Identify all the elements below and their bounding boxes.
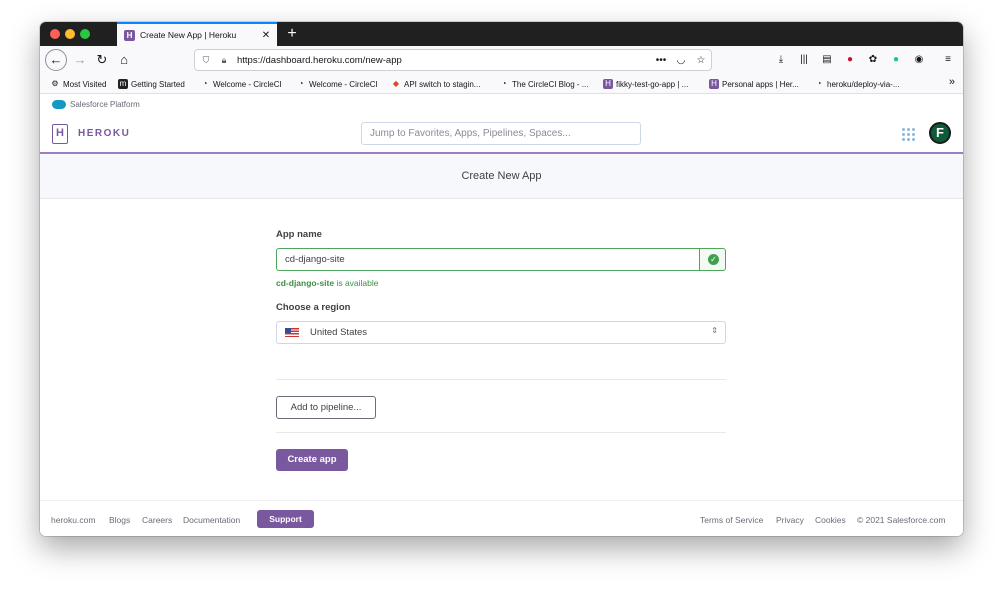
close-tab-icon[interactable]: ✕	[259, 30, 273, 41]
url-bar[interactable]: ⛉ 🔒︎ https://dashboard.heroku.com/new-ap…	[194, 49, 712, 71]
grammarly-icon[interactable]: ●	[888, 52, 904, 68]
bookmark-item[interactable]: ◔ heroku/deploy-via-...	[814, 77, 900, 91]
heroku-favicon-icon: H	[124, 29, 135, 41]
browser-window: H Create New App | Heroku ✕ + ← → ↻ ⌂ ⛉ …	[40, 22, 963, 536]
heroku-brand[interactable]: HEROKU	[78, 128, 130, 139]
divider	[276, 432, 726, 433]
download-icon[interactable]: ⤓	[773, 52, 789, 68]
circleci-icon: ◔	[202, 79, 208, 88]
salesforce-label[interactable]: Salesforce Platform	[70, 100, 140, 109]
minimize-window-button[interactable]	[65, 29, 75, 39]
shield-icon[interactable]: ⛉	[199, 55, 213, 66]
extension-red-icon[interactable]: ●	[842, 52, 858, 68]
navigation-bar: ← → ↻ ⌂ ⛉ 🔒︎ https://dashboard.heroku.co…	[40, 46, 963, 74]
bookmark-item[interactable]: ◔ Welcome - CircleCI	[200, 77, 282, 91]
salesforce-strip: Salesforce Platform	[40, 94, 963, 114]
app-name-label: App name	[276, 229, 322, 240]
pocket-icon[interactable]: ◡	[671, 55, 691, 66]
browser-tab-active[interactable]: H Create New App | Heroku ✕	[117, 22, 277, 46]
footer-link-documentation[interactable]: Documentation	[183, 515, 240, 525]
bookmark-item[interactable]: ◔ The CircleCI Blog - ...	[499, 77, 589, 91]
page-title: Create New App	[40, 154, 963, 199]
close-window-button[interactable]	[50, 29, 60, 39]
heroku-icon: H	[603, 79, 613, 89]
availability-message: cd-django-site is available	[276, 278, 379, 288]
library-icon[interactable]: |||	[796, 52, 812, 68]
sidebar-icon[interactable]: ▤	[819, 52, 835, 68]
tab-bar: H Create New App | Heroku ✕ +	[40, 22, 963, 46]
footer-link-terms[interactable]: Terms of Service	[700, 515, 763, 525]
footer-link-privacy[interactable]: Privacy	[776, 515, 804, 525]
support-button[interactable]: Support	[257, 510, 314, 528]
forward-arrow-icon[interactable]: →	[70, 50, 90, 70]
bookmark-item[interactable]: ⚙ Most Visited	[50, 77, 106, 91]
bookmark-item[interactable]: ◆ API switch to stagin...	[391, 77, 481, 91]
region-label: Choose a region	[276, 302, 351, 313]
menu-icon[interactable]: ≡	[940, 52, 956, 68]
divider	[276, 379, 726, 380]
url-text[interactable]: https://dashboard.heroku.com/new-app	[237, 55, 651, 66]
apps-grid-icon[interactable]	[902, 128, 915, 141]
account-icon[interactable]: ◉	[911, 52, 927, 68]
salesforce-cloud-icon	[52, 99, 66, 109]
lock-icon[interactable]: 🔒︎	[217, 55, 231, 66]
gear-icon: ⚙	[51, 79, 59, 88]
bookmark-star-icon[interactable]: ☆	[691, 55, 711, 66]
select-chevron-icon: ⇕	[711, 326, 718, 335]
bookmarks-bar: ⚙ Most Visited m Getting Started ◔ Welcome …	[40, 74, 963, 94]
new-tab-icon[interactable]: +	[283, 24, 301, 44]
home-icon[interactable]: ⌂	[114, 50, 134, 70]
more-bookmarks-icon[interactable]: »	[949, 76, 955, 88]
create-app-button[interactable]: Create app	[276, 449, 348, 471]
bookmark-item[interactable]: ◔ Welcome - CircleCI	[296, 77, 378, 91]
page-actions-icon[interactable]: •••	[651, 55, 671, 66]
circleci-icon: ◔	[501, 79, 507, 88]
check-circle-icon: ✓	[708, 254, 719, 265]
region-select[interactable]: United States ⇕	[276, 321, 726, 344]
bookmark-item[interactable]: m Getting Started	[118, 77, 185, 91]
availability-indicator: ✓	[699, 248, 726, 271]
footer-link-heroku[interactable]: heroku.com	[51, 515, 95, 525]
zoom-window-button[interactable]	[80, 29, 90, 39]
app-name-input[interactable]: cd-django-site	[276, 248, 700, 271]
heroku-icon: H	[709, 79, 719, 89]
reload-icon[interactable]: ↻	[92, 50, 112, 70]
tab-title: Create New App | Heroku	[140, 30, 237, 40]
extension-icon[interactable]: ✿	[865, 52, 881, 68]
us-flag-icon	[285, 328, 299, 337]
footer-link-careers[interactable]: Careers	[142, 515, 172, 525]
back-arrow-icon[interactable]: ←	[45, 49, 67, 71]
footer-link-cookies[interactable]: Cookies	[815, 515, 846, 525]
region-value: United States	[310, 327, 368, 338]
footer-link-blogs[interactable]: Blogs	[109, 515, 130, 525]
circleci-icon: ◔	[298, 79, 304, 88]
add-to-pipeline-button[interactable]: Add to pipeline...	[276, 396, 376, 419]
gitlab-icon: ◆	[392, 79, 400, 88]
m-icon: m	[118, 79, 128, 89]
search-input[interactable]: Jump to Favorites, Apps, Pipelines, Spac…	[361, 122, 641, 145]
heroku-header: H HEROKU Jump to Favorites, Apps, Pipeli…	[40, 114, 963, 154]
avatar[interactable]: F	[929, 122, 951, 144]
heroku-logo-icon[interactable]: H	[52, 124, 68, 144]
bookmark-item[interactable]: Hfikky-test-go-app | ...	[603, 77, 688, 91]
footer-copyright: © 2021 Salesforce.com	[857, 515, 946, 525]
bookmark-item[interactable]: H Personal apps | Her...	[709, 77, 799, 91]
footer: heroku.com Blogs Careers Documentation S…	[40, 500, 963, 536]
circleci-icon: ◔	[816, 79, 822, 88]
